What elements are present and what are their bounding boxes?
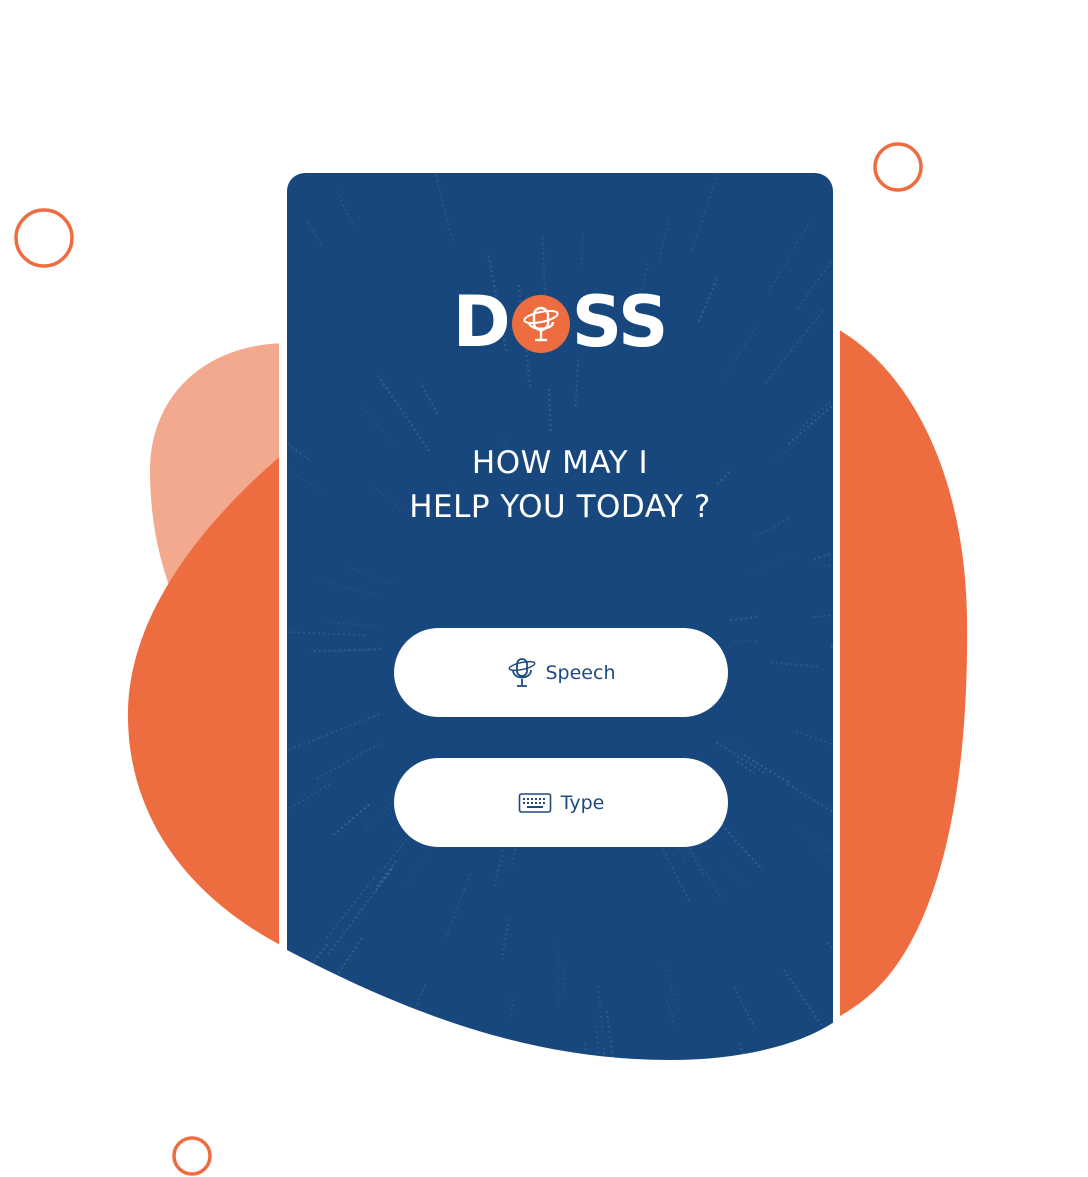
speed-ray bbox=[798, 401, 831, 431]
speech-button[interactable]: Speech bbox=[394, 628, 728, 717]
speed-ray bbox=[795, 730, 833, 746]
speed-ray bbox=[595, 1026, 601, 1061]
keyboard-icon bbox=[518, 792, 552, 814]
speed-ray bbox=[445, 873, 472, 937]
speed-ray bbox=[336, 190, 354, 225]
speed-ray bbox=[509, 998, 515, 1020]
speed-ray bbox=[796, 826, 829, 852]
speed-ray bbox=[782, 969, 832, 1039]
speed-ray bbox=[743, 754, 791, 784]
speed-ray bbox=[768, 220, 811, 292]
heading-line-2: HELP YOU TODAY ? bbox=[409, 489, 711, 525]
microphone-icon bbox=[523, 306, 559, 342]
speed-ray bbox=[663, 965, 681, 1012]
heading-line-1: HOW MAY I bbox=[471, 445, 649, 481]
speed-ray bbox=[583, 1043, 592, 1121]
decor-circle-bottom bbox=[172, 1136, 212, 1176]
speed-ray bbox=[324, 620, 380, 628]
speed-ray bbox=[770, 661, 820, 668]
speed-ray bbox=[331, 803, 371, 837]
speed-ray bbox=[822, 563, 833, 568]
type-button[interactable]: Type bbox=[394, 758, 728, 847]
speed-ray bbox=[605, 1010, 621, 1111]
speed-ray bbox=[316, 743, 380, 780]
speed-ray bbox=[830, 644, 833, 648]
logo-microphone-o bbox=[511, 295, 570, 353]
speed-ray bbox=[602, 1047, 610, 1095]
speed-ray bbox=[787, 403, 833, 445]
speed-ray bbox=[574, 355, 580, 407]
speed-ray bbox=[332, 937, 363, 981]
speed-ray bbox=[547, 386, 552, 432]
speed-ray bbox=[493, 855, 504, 888]
speed-ray bbox=[738, 1043, 759, 1087]
speed-ray bbox=[451, 1053, 471, 1131]
speed-ray bbox=[733, 986, 756, 1030]
orange-blob-right bbox=[830, 325, 968, 1022]
speed-ray bbox=[745, 554, 795, 575]
speed-ray bbox=[580, 232, 584, 265]
speed-ray bbox=[374, 860, 397, 889]
decor-circle-left bbox=[14, 208, 74, 268]
speed-ray bbox=[394, 1094, 419, 1166]
speed-ray bbox=[786, 782, 833, 814]
speed-ray bbox=[500, 918, 511, 960]
logo-letters-ss: SS bbox=[571, 281, 669, 363]
speed-ray bbox=[309, 647, 381, 653]
speech-button-label: Speech bbox=[545, 661, 616, 684]
speed-ray bbox=[726, 738, 759, 758]
speed-ray bbox=[725, 862, 745, 888]
type-button-label: Type bbox=[560, 791, 605, 814]
speed-ray bbox=[813, 614, 833, 618]
speed-ray bbox=[495, 844, 505, 875]
speed-ray bbox=[624, 1057, 640, 1139]
speed-ray bbox=[327, 867, 394, 956]
speed-ray bbox=[736, 760, 755, 775]
speed-ray bbox=[596, 985, 605, 1036]
speed-ray bbox=[305, 219, 323, 246]
app-screen: D SS HOW MAY I HELP YOU TODAY ? Speech T… bbox=[287, 173, 833, 1177]
speed-ray bbox=[346, 566, 393, 584]
greeting-heading: HOW MAY I HELP YOU TODAY ? bbox=[287, 441, 833, 529]
speed-ray bbox=[377, 375, 431, 452]
speed-ray bbox=[287, 943, 329, 999]
speed-ray bbox=[287, 713, 380, 752]
speed-ray bbox=[319, 579, 380, 597]
speed-ray bbox=[691, 173, 719, 251]
speed-ray bbox=[813, 551, 833, 561]
speed-ray bbox=[809, 846, 833, 868]
speed-ray bbox=[420, 382, 439, 415]
speed-ray bbox=[287, 631, 366, 636]
doss-logo: D SS bbox=[287, 287, 833, 357]
speed-ray bbox=[324, 877, 375, 941]
speed-ray bbox=[658, 215, 671, 260]
speed-ray bbox=[380, 834, 411, 873]
speed-ray bbox=[730, 615, 759, 622]
speed-ray bbox=[826, 942, 833, 950]
speed-ray bbox=[664, 995, 676, 1026]
logo-letter-d: D bbox=[452, 281, 511, 363]
speed-ray bbox=[287, 783, 331, 812]
speed-ray bbox=[415, 984, 427, 1009]
decor-circle-top-right bbox=[873, 142, 923, 192]
microphone-icon bbox=[507, 656, 537, 690]
speed-ray bbox=[435, 173, 439, 182]
speed-ray bbox=[810, 832, 833, 852]
speed-ray bbox=[434, 173, 454, 241]
